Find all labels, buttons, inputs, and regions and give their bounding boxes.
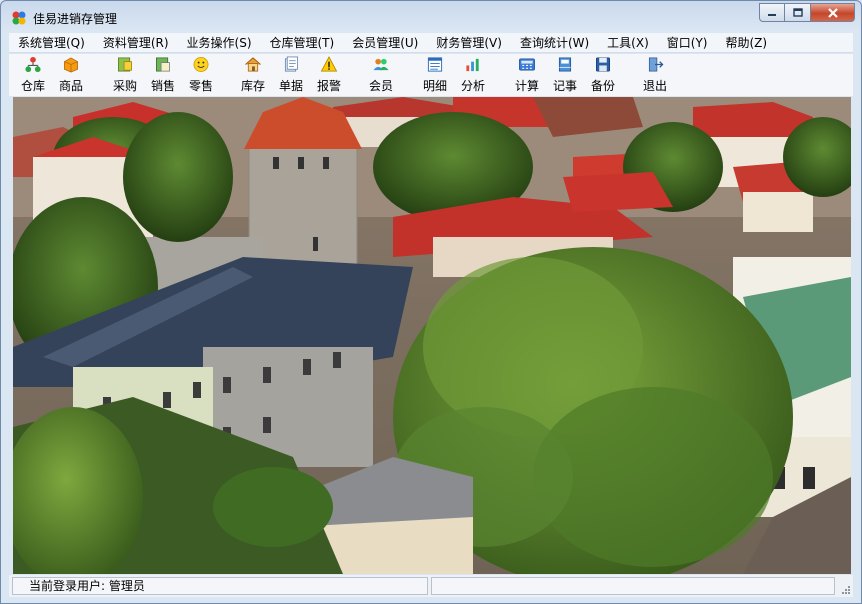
menu-query[interactable]: 查询统计(W): [511, 33, 598, 53]
retail-button[interactable]: 零售: [189, 56, 213, 94]
backup-button[interactable]: 备份: [591, 56, 615, 94]
notebook-icon: [558, 57, 572, 72]
box-icon: [64, 57, 78, 73]
backup-label: 备份: [591, 79, 616, 93]
maximize-button[interactable]: [785, 3, 811, 22]
menu-business[interactable]: 业务操作(S): [178, 33, 261, 53]
sales-icon: [156, 57, 170, 72]
warehouse-label: 仓库: [21, 79, 46, 93]
users-icon: [373, 58, 389, 71]
close-button[interactable]: [811, 3, 855, 22]
warning-icon: [320, 56, 338, 72]
alarm-button[interactable]: 报警: [317, 56, 341, 94]
purchase-icon: [118, 57, 132, 72]
goods-button[interactable]: 商品: [59, 56, 83, 94]
alarm-label: 报警: [317, 79, 342, 93]
analysis-button[interactable]: 分析: [461, 56, 485, 94]
warehouse-button[interactable]: 仓库: [21, 56, 45, 94]
notes-button[interactable]: 记事: [553, 56, 577, 94]
window-title: 佳易进销存管理: [33, 12, 118, 26]
list-detail-icon: [427, 57, 443, 72]
menu-help[interactable]: 帮助(Z): [716, 33, 776, 53]
detail-label: 明细: [423, 79, 448, 93]
documents-label: 单据: [279, 79, 304, 93]
toolbar: 仓库 商品 采购 销售 零售 库存 单据 报警 会员 明细 分析 计算 记事 备…: [9, 54, 853, 96]
calculate-label: 计算: [515, 79, 540, 93]
calculate-button[interactable]: 计算: [515, 56, 539, 94]
exit-button[interactable]: 退出: [643, 56, 667, 94]
old-town-aerial-picture: [13, 97, 851, 574]
resize-grip-icon[interactable]: [840, 584, 850, 594]
minimize-icon: [768, 13, 776, 16]
goods-label: 商品: [59, 79, 84, 93]
floppy-disk-icon: [596, 57, 610, 72]
warehouse-tree-icon: [25, 56, 41, 73]
status-pane-empty: [431, 577, 835, 595]
menu-window[interactable]: 窗口(Y): [658, 33, 717, 53]
sales-button[interactable]: 销售: [151, 56, 175, 94]
stock-button[interactable]: 库存: [241, 56, 265, 94]
app-window: 佳易进销存管理 系统管理(Q) 资料管理(R) 业务操作(S) 仓库管理(T) …: [0, 0, 862, 604]
retail-label: 零售: [189, 79, 214, 93]
menu-data[interactable]: 资料管理(R): [94, 33, 178, 53]
menu-bar: 系统管理(Q) 资料管理(R) 业务操作(S) 仓库管理(T) 会员管理(U) …: [9, 33, 853, 53]
close-icon: [827, 7, 838, 18]
analysis-chart-icon: [466, 58, 479, 72]
documents-icon: [284, 56, 298, 72]
title-bar[interactable]: 佳易进销存管理: [1, 1, 861, 33]
smiley-icon: [193, 57, 209, 72]
maximize-icon: [792, 8, 803, 17]
member-label: 会员: [369, 79, 394, 93]
menu-warehouse[interactable]: 仓库管理(T): [261, 33, 344, 53]
status-bar: 当前登录用户: 管理员: [9, 575, 853, 597]
menu-finance[interactable]: 财务管理(V): [427, 33, 511, 53]
purchase-button[interactable]: 采购: [113, 56, 137, 94]
documents-button[interactable]: 单据: [279, 56, 303, 94]
stock-label: 库存: [241, 79, 266, 93]
exit-label: 退出: [643, 79, 668, 93]
calculator-icon: [519, 58, 535, 71]
exit-door-icon: [648, 57, 664, 72]
background-image: [13, 97, 851, 574]
app-logo-icon: [12, 11, 26, 25]
house-icon: [245, 57, 261, 72]
menu-system[interactable]: 系统管理(Q): [9, 33, 94, 53]
analysis-label: 分析: [461, 79, 486, 93]
menu-tools[interactable]: 工具(X): [598, 33, 658, 53]
minimize-button[interactable]: [759, 3, 785, 22]
window-controls: [759, 3, 855, 23]
sales-label: 销售: [151, 79, 176, 93]
member-button[interactable]: 会员: [369, 56, 393, 94]
detail-button[interactable]: 明细: [423, 56, 447, 94]
menu-member[interactable]: 会员管理(U): [343, 33, 427, 53]
purchase-label: 采购: [113, 79, 138, 93]
current-user-status: 当前登录用户: 管理员: [12, 577, 428, 595]
notes-label: 记事: [553, 79, 578, 93]
